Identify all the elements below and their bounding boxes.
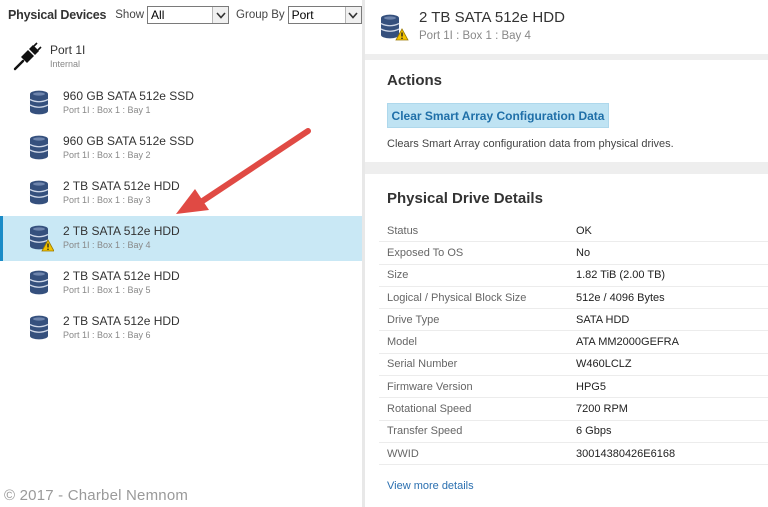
drive-list-item[interactable]: 2 TB SATA 512e HDD Port 1I : Box 1 : Bay… — [0, 306, 362, 351]
drive-stack-icon — [28, 134, 54, 167]
section-separator — [365, 162, 768, 174]
drive-location: Port 1I : Box 1 : Bay 6 — [63, 330, 151, 340]
clear-configuration-button[interactable]: Clear Smart Array Configuration Data — [387, 103, 609, 128]
filter-bar: Physical Devices Show All Group By Port — [0, 0, 362, 30]
detail-row: Logical / Physical Block Size 512e / 409… — [379, 287, 768, 310]
drive-list-item[interactable]: 2 TB SATA 512e HDD Port 1I : Box 1 : Bay… — [0, 171, 362, 216]
detail-key: Firmware Version — [387, 380, 473, 393]
drive-location: Port 1I : Box 1 : Bay 4 — [63, 240, 151, 250]
detail-row: Serial Number W460LCLZ — [379, 354, 768, 377]
detail-key: Transfer Speed — [387, 425, 463, 438]
show-label: Show — [115, 9, 145, 21]
detail-key: WWID — [387, 447, 419, 460]
drive-location: Port 1I : Box 1 : Bay 4 — [419, 30, 531, 42]
details-table: Status OK Exposed To OS No Size 1.82 TiB… — [379, 220, 768, 466]
detail-key: Rotational Speed — [387, 403, 472, 416]
detail-key: Exposed To OS — [387, 246, 464, 259]
detail-key: Serial Number — [387, 358, 458, 371]
drive-list-item[interactable]: 960 GB SATA 512e SSD Port 1I : Box 1 : B… — [0, 126, 362, 171]
drive-name: 2 TB SATA 512e HDD — [63, 314, 180, 328]
group-by-select[interactable]: Port — [287, 6, 362, 24]
details-heading: Physical Drive Details — [387, 190, 543, 207]
panel-title: Physical Devices — [8, 8, 107, 22]
detail-value: 6 Gbps — [576, 425, 612, 438]
cable-connector-icon — [12, 42, 42, 77]
group-by-label: Group By — [236, 9, 285, 21]
drive-stack-icon — [379, 12, 409, 47]
drive-location: Port 1I : Box 1 : Bay 3 — [63, 195, 151, 205]
detail-row: Firmware Version HPG5 — [379, 376, 768, 399]
detail-value: HPG5 — [576, 380, 606, 393]
chevron-down-icon[interactable] — [344, 7, 361, 23]
show-select-value: All — [151, 8, 165, 22]
drive-detail-panel: 2 TB SATA 512e HDD Port 1I : Box 1 : Bay… — [365, 0, 768, 507]
drive-warning-icon — [28, 224, 55, 257]
show-select[interactable]: All — [147, 6, 230, 24]
detail-key: Logical / Physical Block Size — [387, 291, 527, 304]
detail-value: OK — [576, 224, 592, 237]
detail-key: Model — [387, 336, 417, 349]
section-separator — [365, 54, 768, 60]
drive-location: Port 1I : Box 1 : Bay 1 — [63, 105, 151, 115]
chevron-down-icon[interactable] — [212, 7, 229, 23]
detail-row: WWID 30014380426E6168 — [379, 443, 768, 466]
view-more-details-link[interactable]: View more details — [387, 480, 474, 492]
drive-stack-icon — [28, 179, 54, 212]
drive-name: 960 GB SATA 512e SSD — [63, 134, 194, 148]
action-description: Clears Smart Array configuration data fr… — [387, 138, 674, 150]
drive-title: 2 TB SATA 512e HDD — [419, 9, 565, 26]
detail-row: Exposed To OS No — [379, 242, 768, 265]
drive-list-item[interactable]: 960 GB SATA 512e SSD Port 1I : Box 1 : B… — [0, 81, 362, 126]
drive-list-item[interactable]: 2 TB SATA 512e HDD Port 1I : Box 1 : Bay… — [0, 261, 362, 306]
drive-list-item[interactable]: 2 TB SATA 512e HDD Port 1I : Box 1 : Bay… — [0, 216, 362, 261]
actions-heading: Actions — [387, 72, 443, 89]
detail-key: Drive Type — [387, 313, 440, 326]
drive-name: 2 TB SATA 512e HDD — [63, 179, 180, 193]
detail-value: No — [576, 246, 591, 259]
detail-value: 7200 RPM — [576, 403, 628, 416]
detail-row: Rotational Speed 7200 RPM — [379, 398, 768, 421]
detail-row: Model ATA MM2000GEFRA — [379, 331, 768, 354]
port-group-header[interactable]: Port 1I Internal — [0, 38, 362, 74]
group-by-select-value: Port — [291, 8, 314, 22]
detail-value: W460LCLZ — [576, 358, 632, 371]
detail-row: Size 1.82 TiB (2.00 TB) — [379, 265, 768, 287]
physical-devices-panel: Physical Devices Show All Group By Port — [0, 0, 362, 507]
drive-stack-icon — [28, 314, 54, 347]
copyright-watermark: © 2017 - Charbel Nemnom — [4, 487, 189, 504]
detail-row: Drive Type SATA HDD — [379, 309, 768, 332]
drive-name: 2 TB SATA 512e HDD — [63, 224, 180, 238]
detail-value: SATA HDD — [576, 313, 630, 326]
detail-key: Status — [387, 224, 419, 237]
drive-name: 960 GB SATA 512e SSD — [63, 89, 194, 103]
drive-location: Port 1I : Box 1 : Bay 2 — [63, 150, 151, 160]
drive-name: 2 TB SATA 512e HDD — [63, 269, 180, 283]
detail-value: 30014380426E6168 — [576, 447, 676, 460]
detail-value: 512e / 4096 Bytes — [576, 291, 665, 304]
detail-row: Status OK — [379, 220, 768, 243]
port-subtitle: Internal — [50, 59, 81, 69]
detail-header: 2 TB SATA 512e HDD Port 1I : Box 1 : Bay… — [365, 0, 768, 54]
drive-location: Port 1I : Box 1 : Bay 5 — [63, 285, 151, 295]
detail-row: Transfer Speed 6 Gbps — [379, 421, 768, 443]
detail-key: Size — [387, 269, 409, 282]
port-name: Port 1I — [50, 43, 86, 57]
detail-value: ATA MM2000GEFRA — [576, 336, 679, 349]
drive-stack-icon — [28, 269, 54, 302]
drive-stack-icon — [28, 89, 54, 122]
detail-value: 1.82 TiB (2.00 TB) — [576, 269, 666, 282]
